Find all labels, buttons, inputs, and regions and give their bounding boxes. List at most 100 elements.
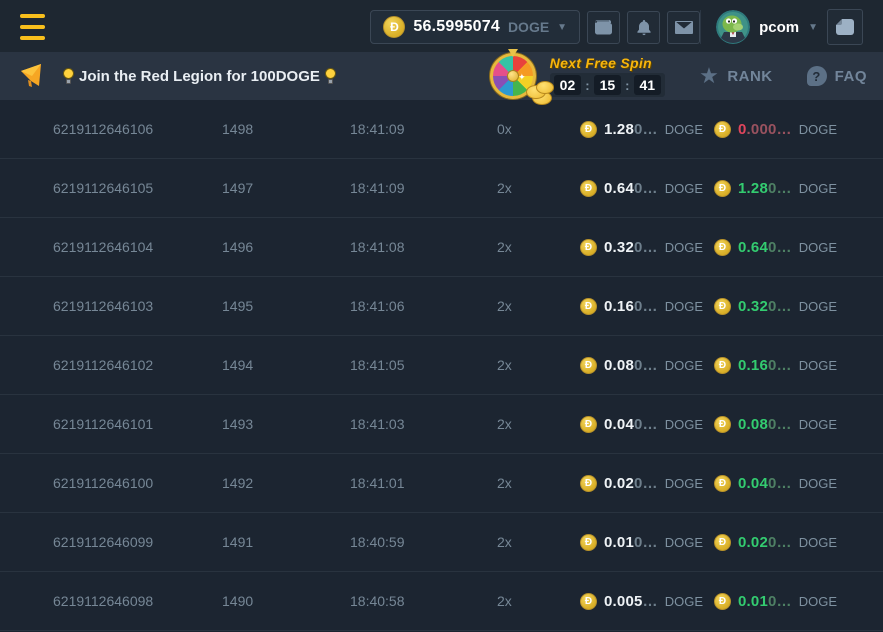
divider: [700, 10, 701, 44]
currency-label: DOGE: [665, 122, 703, 137]
messages-button[interactable]: [667, 11, 700, 44]
payout-cell: Đ 1.280… DOGE: [714, 180, 883, 197]
currency-label: DOGE: [799, 299, 837, 314]
faq-link[interactable]: ? FAQ: [807, 66, 867, 86]
bet-amount: 0.640…: [604, 180, 658, 197]
wallet-button[interactable]: [587, 11, 620, 44]
countdown-seconds: 41: [634, 75, 662, 95]
bet-amount-cell: Đ 0.040… DOGE: [580, 416, 714, 433]
currency-label: DOGE: [665, 240, 703, 255]
bet-time: 18:40:59: [350, 534, 497, 550]
doge-coin-icon: Đ: [580, 357, 597, 374]
username[interactable]: pcom: [759, 19, 799, 36]
doge-coin-icon: Đ: [714, 416, 731, 433]
bet-amount: 0.005…: [604, 593, 658, 610]
doge-coin-icon: Đ: [714, 593, 731, 610]
chat-icon: [835, 17, 855, 37]
balance-amount: 56.5995074: [413, 18, 500, 36]
spin-wheel-icon: ✦: [490, 51, 546, 103]
payout-cell: Đ 0.020… DOGE: [714, 534, 883, 551]
bet-amount: 0.160…: [604, 298, 658, 315]
banner-right: ✦ Next Free Spin 02 : 15 : 41 ★ RANK: [490, 52, 867, 100]
doge-coin-icon: Đ: [580, 416, 597, 433]
bet-amount: 0.020…: [604, 475, 658, 492]
bet-time: 18:41:03: [350, 416, 497, 432]
sparkle-icon: ✦: [518, 72, 526, 83]
bet-multiplier: 2x: [497, 180, 580, 196]
notifications-button[interactable]: [627, 11, 660, 44]
bet-amount-cell: Đ 0.010… DOGE: [580, 534, 714, 551]
nav-center: Đ 56.5995074 DOGE ▼: [370, 10, 700, 44]
payout-amount: 0.160…: [738, 357, 792, 374]
doge-coin-icon: Đ: [714, 121, 731, 138]
payout-amount: 0.040…: [738, 475, 792, 492]
table-row[interactable]: 6219112646101 1493 18:41:03 2x Đ 0.040… …: [0, 395, 883, 454]
doge-coin-icon: Đ: [714, 239, 731, 256]
doge-coin-icon: Đ: [580, 180, 597, 197]
bet-round: 1491: [222, 534, 350, 550]
bet-id: 6219112646103: [53, 298, 222, 314]
bet-round: 1493: [222, 416, 350, 432]
currency-label: DOGE: [665, 535, 703, 550]
bet-multiplier: 2x: [497, 357, 580, 373]
spin-countdown: 02 : 15 : 41: [550, 73, 665, 97]
bet-amount-cell: Đ 1.280… DOGE: [580, 121, 714, 138]
currency-label: DOGE: [665, 476, 703, 491]
bet-amount-cell: Đ 0.005… DOGE: [580, 593, 714, 610]
doge-coin-icon: Đ: [714, 357, 731, 374]
doge-coin-icon: Đ: [580, 475, 597, 492]
nav-user-area: pcom ▼: [700, 9, 863, 45]
table-row[interactable]: 6219112646102 1494 18:41:05 2x Đ 0.080… …: [0, 336, 883, 395]
currency-label: DOGE: [665, 417, 703, 432]
rank-link[interactable]: ★ RANK: [699, 65, 773, 87]
bet-amount-cell: Đ 0.080… DOGE: [580, 357, 714, 374]
menu-button[interactable]: [20, 14, 45, 40]
bet-id: 6219112646098: [53, 593, 222, 609]
currency-label: DOGE: [799, 535, 837, 550]
doge-coin-icon: Đ: [383, 16, 405, 38]
bet-id: 6219112646101: [53, 416, 222, 432]
free-spin-widget[interactable]: ✦ Next Free Spin 02 : 15 : 41: [490, 52, 665, 100]
table-row[interactable]: 6219112646106 1498 18:41:09 0x Đ 1.280… …: [0, 100, 883, 159]
doge-coin-icon: Đ: [580, 298, 597, 315]
doge-coin-icon: Đ: [714, 475, 731, 492]
payout-amount: 0.080…: [738, 416, 792, 433]
table-row[interactable]: 6219112646098 1490 18:40:58 2x Đ 0.005… …: [0, 572, 883, 631]
bet-multiplier: 2x: [497, 534, 580, 550]
table-row[interactable]: 6219112646103 1495 18:41:06 2x Đ 0.160… …: [0, 277, 883, 336]
top-navbar: Đ 56.5995074 DOGE ▼: [0, 0, 883, 52]
bet-round: 1494: [222, 357, 350, 373]
avatar[interactable]: [716, 10, 750, 44]
mail-icon: [675, 21, 693, 34]
currency-label: DOGE: [665, 358, 703, 373]
bet-round: 1498: [222, 121, 350, 137]
announcement-text: Join the Red Legion for 100DOGE: [79, 68, 320, 85]
bet-multiplier: 2x: [497, 239, 580, 255]
bet-time: 18:41:09: [350, 180, 497, 196]
bet-id: 6219112646104: [53, 239, 222, 255]
payout-amount: 0.320…: [738, 298, 792, 315]
table-row[interactable]: 6219112646104 1496 18:41:08 2x Đ 0.320… …: [0, 218, 883, 277]
faq-label: FAQ: [835, 68, 867, 85]
bet-time: 18:41:06: [350, 298, 497, 314]
currency-label: DOGE: [799, 476, 837, 491]
rank-label: RANK: [727, 68, 772, 85]
bet-multiplier: 2x: [497, 475, 580, 491]
bet-round: 1492: [222, 475, 350, 491]
payout-cell: Đ 0.160… DOGE: [714, 357, 883, 374]
bulb-icon: [324, 68, 337, 85]
bet-multiplier: 2x: [497, 593, 580, 609]
megaphone-icon: [18, 63, 46, 89]
bet-id: 6219112646102: [53, 357, 222, 373]
announcement[interactable]: Join the Red Legion for 100DOGE: [62, 68, 337, 85]
bet-amount: 1.280…: [604, 121, 658, 138]
table-row[interactable]: 6219112646105 1497 18:41:09 2x Đ 0.640… …: [0, 159, 883, 218]
balance-selector[interactable]: Đ 56.5995074 DOGE ▼: [370, 10, 580, 44]
table-row[interactable]: 6219112646099 1491 18:40:59 2x Đ 0.010… …: [0, 513, 883, 572]
balance-currency: DOGE: [508, 19, 549, 35]
table-row[interactable]: 6219112646100 1492 18:41:01 2x Đ 0.020… …: [0, 454, 883, 513]
chat-toggle-button[interactable]: [827, 9, 863, 45]
bulb-icon: [62, 68, 75, 85]
bet-round: 1490: [222, 593, 350, 609]
currency-label: DOGE: [665, 181, 703, 196]
